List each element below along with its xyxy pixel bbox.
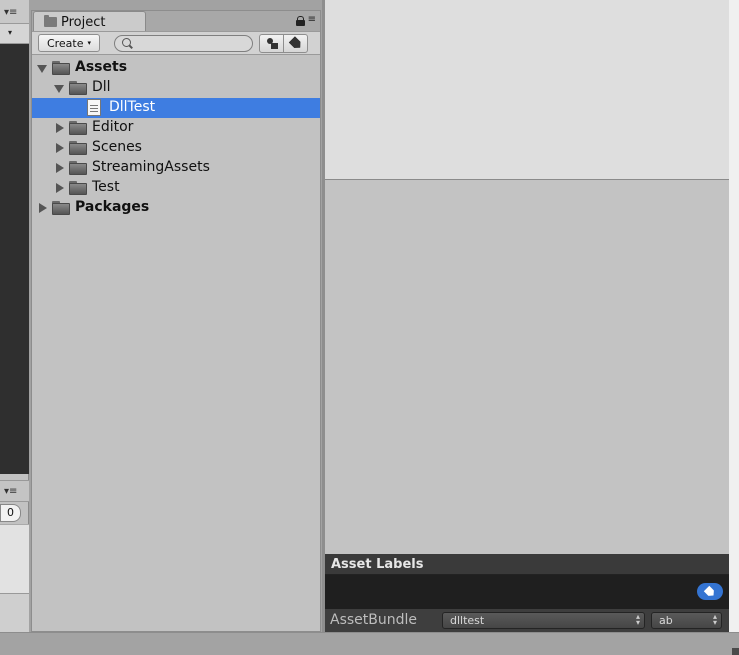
tab-project[interactable]: Project <box>33 11 146 32</box>
folder-icon <box>69 141 87 155</box>
tree-item-label: Editor <box>92 119 134 135</box>
expand-arrow-down-icon[interactable] <box>37 65 47 73</box>
tag-icon <box>288 36 303 51</box>
folder-icon <box>69 181 87 195</box>
shapes-icon <box>266 38 278 49</box>
number-field[interactable]: 0 <box>0 504 21 522</box>
left-panel-lower-header: ▾≡ <box>0 480 29 502</box>
search-icon <box>122 38 131 47</box>
tree-item-file[interactable]: DllTest <box>32 98 320 118</box>
tab-project-label: Project <box>61 14 106 30</box>
assetbundle-variant-value: ab <box>659 614 673 627</box>
left-panel-footer <box>0 594 29 632</box>
asset-labels-body <box>325 575 729 609</box>
assetbundle-row: AssetBundle dlltest ▴ ▾ ab ▴ ▾ <box>325 609 729 632</box>
create-button[interactable]: Create ▾ <box>38 34 100 52</box>
assetbundle-name-value: dlltest <box>450 614 485 627</box>
folder-icon <box>52 201 70 215</box>
create-button-label: Create <box>46 36 84 50</box>
tree-item-label: StreamingAssets <box>92 159 210 175</box>
tree-item-label: DllTest <box>109 99 156 115</box>
right-edge-panel <box>729 0 739 632</box>
expand-arrow-right-icon[interactable] <box>56 183 64 193</box>
tab-tools: ≡ <box>295 15 316 26</box>
chevron-down-icon: ▾ <box>635 618 640 627</box>
tree-item-folder[interactable]: StreamingAssets <box>32 158 320 178</box>
panel-menu-icon[interactable]: ▾≡ <box>4 486 17 497</box>
project-tab-bar: Project ≡ <box>32 11 320 32</box>
dropdown-arrow-icon[interactable]: ▾ <box>8 28 12 37</box>
folder-icon <box>69 161 87 175</box>
tree-item-label: Packages <box>75 199 150 215</box>
tree-item-label: Scenes <box>92 139 142 155</box>
expand-arrow-right-icon[interactable] <box>56 123 64 133</box>
folder-icon <box>44 15 57 27</box>
tree-item-folder[interactable]: Test <box>32 178 320 198</box>
tree-item-label: Test <box>92 179 120 195</box>
search-by-label-button[interactable] <box>283 34 308 53</box>
assetbundle-variant-select[interactable]: ab ▴ ▾ <box>651 612 722 629</box>
asset-tree: Assets Dll DllTest Editor Scenes StreamingAss… <box>32 58 320 218</box>
project-panel: Project ≡ Create ▾ Assets Dll DllTest Edito… <box>31 10 321 632</box>
tree-item-folder[interactable]: Dll <box>32 78 320 98</box>
left-panel: ▾≡ ▾ ▾≡ 0 <box>0 0 29 632</box>
tree-item-folder[interactable]: Packages <box>32 198 320 218</box>
tag-icon <box>704 585 717 598</box>
expand-arrow-right-icon[interactable] <box>56 163 64 173</box>
search-by-type-button[interactable] <box>259 34 284 53</box>
updown-icon: ▴ ▾ <box>635 613 640 627</box>
updown-icon: ▴ ▾ <box>712 613 717 627</box>
tree-item-folder[interactable]: Editor <box>32 118 320 138</box>
left-panel-header: ▾≡ <box>0 0 29 24</box>
tree-item-folder[interactable]: Assets <box>32 58 320 78</box>
expand-arrow-right-icon[interactable] <box>39 203 47 213</box>
folder-icon <box>69 121 87 135</box>
inspector-preview-area <box>325 180 729 554</box>
assetbundle-label: AssetBundle <box>330 612 418 628</box>
asset-labels-title: Asset Labels <box>331 557 424 572</box>
left-panel-viewport[interactable] <box>0 44 29 474</box>
asset-labels-panel: Asset Labels AssetBundle dlltest ▴ ▾ ab … <box>325 554 729 632</box>
assetbundle-name-select[interactable]: dlltest ▴ ▾ <box>442 612 645 629</box>
search-input[interactable] <box>114 35 253 52</box>
left-panel-content <box>0 524 29 594</box>
tree-item-label: Dll <box>92 79 111 95</box>
corner-block <box>732 648 739 655</box>
lock-icon[interactable] <box>295 15 305 26</box>
expand-arrow-down-icon[interactable] <box>54 85 64 93</box>
panel-menu-icon[interactable]: ≡ <box>308 15 316 25</box>
folder-icon <box>69 81 87 95</box>
add-label-button[interactable] <box>697 583 723 600</box>
panel-menu-icon[interactable]: ▾≡ <box>4 7 17 18</box>
chevron-down-icon: ▾ <box>712 618 717 627</box>
folder-icon <box>52 61 70 75</box>
tree-item-folder[interactable]: Scenes <box>32 138 320 158</box>
status-bar <box>0 632 739 655</box>
left-panel-toolbar: ▾ <box>0 24 29 44</box>
inspector-top-area <box>325 0 729 180</box>
file-icon <box>87 99 101 116</box>
project-toolbar: Create ▾ <box>32 31 320 55</box>
asset-labels-header[interactable]: Asset Labels <box>325 554 729 575</box>
chevron-down-icon: ▾ <box>87 39 92 47</box>
tree-item-label: Assets <box>75 59 128 75</box>
expand-arrow-right-icon[interactable] <box>56 143 64 153</box>
